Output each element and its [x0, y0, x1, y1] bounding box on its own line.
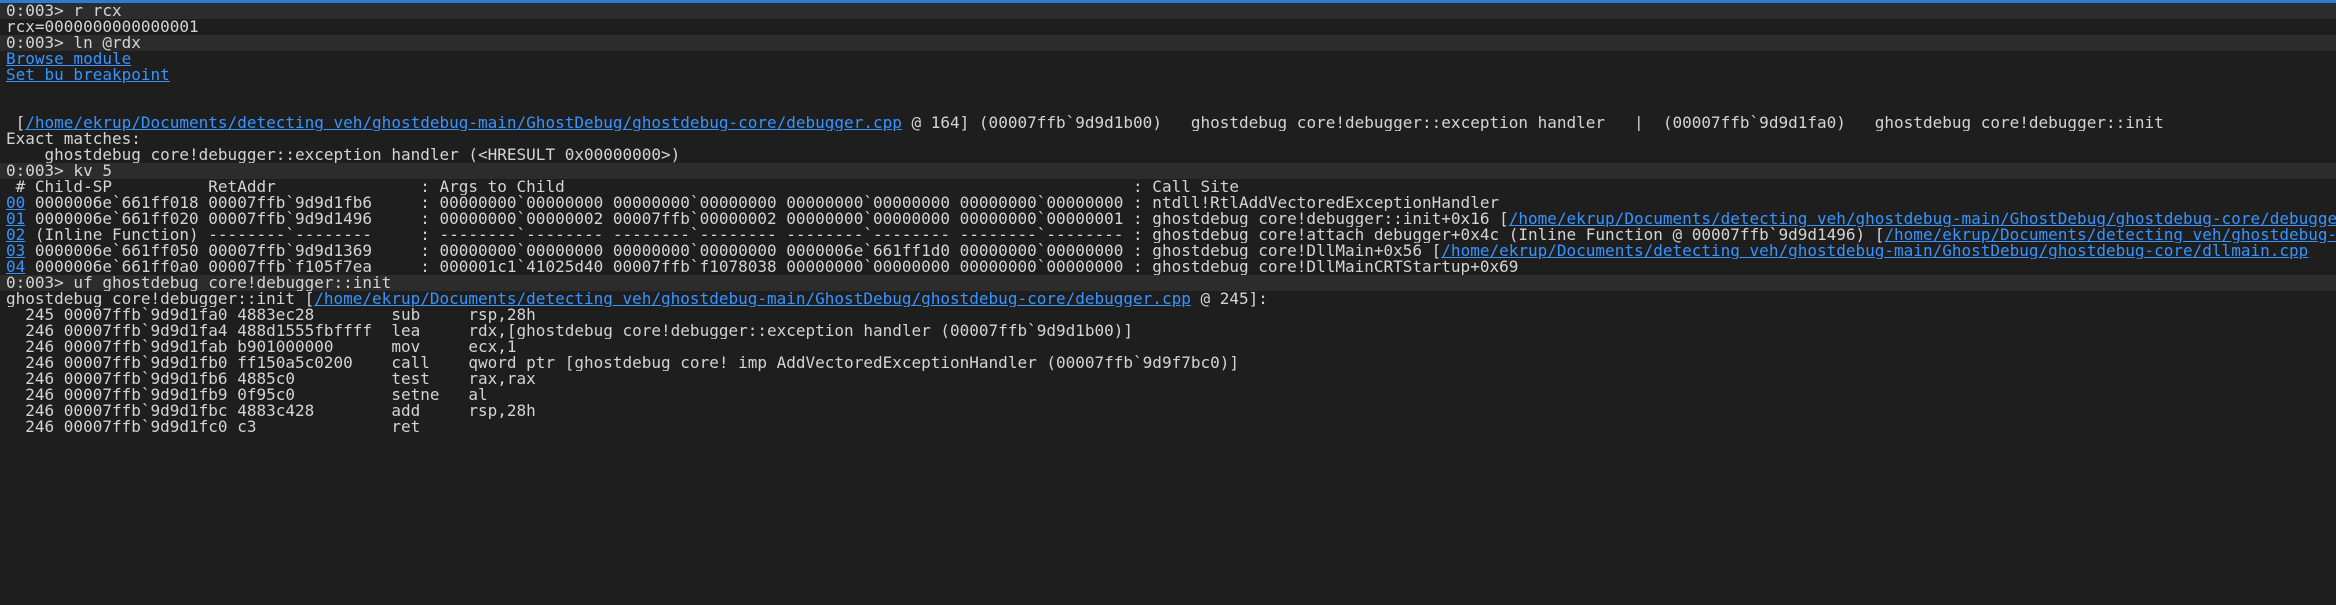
- source-file-link[interactable]: /home/ekrup/Documents/detecting_veh/ghos…: [314, 291, 1191, 307]
- source-file-link[interactable]: /home/ekrup/Documents/detecting_veh/ghos…: [1441, 243, 2308, 259]
- disassembly-line: 246 00007ffb`9d9d1fb6 4885c0 test rax,ra…: [6, 371, 536, 387]
- text: @ 245]:: [1190, 291, 1268, 307]
- source-file-link[interactable]: /home/ekrup/Documents/detecting_veh/ghos…: [1509, 211, 2336, 227]
- browse-module-link[interactable]: Browse module: [6, 51, 131, 67]
- output-line: Set bu breakpoint: [0, 67, 2336, 83]
- stack-frame-row: 04 0000006e`661ff0a0 00007ffb`f105f7ea :…: [0, 259, 2336, 275]
- debugger-output: 0:003> r rcx rcx=0000000000000001 0:003>…: [0, 3, 2336, 435]
- frame-text: (Inline Function) --------`-------- : --…: [25, 227, 1885, 243]
- frame-number-link[interactable]: 02: [6, 227, 25, 243]
- disassembly-line: 246 00007ffb`9d9d1fa4 488d1555fbffff lea…: [6, 323, 1134, 339]
- disassembly-line: 246 00007ffb`9d9d1fc0 c3 ret: [6, 419, 421, 435]
- frame-text: 0000006e`661ff0a0 00007ffb`f105f7ea : 00…: [25, 259, 1519, 275]
- command-line: 0:003> uf ghostdebug_core!debugger::init: [0, 275, 2336, 291]
- frame-number-link[interactable]: 00: [6, 195, 25, 211]
- disassembly-line: 246 00007ffb`9d9d1fb0 ff150a5c0200 call …: [6, 355, 1239, 371]
- output-line: rcx=0000000000000001: [6, 19, 199, 35]
- frame-number-link[interactable]: 03: [6, 243, 25, 259]
- text: @ 164] (00007ffb`9d9d1b00) ghostdebug_co…: [901, 115, 2164, 131]
- source-file-link[interactable]: /home/ekrup/Documents/detecting_veh/ghos…: [25, 115, 902, 131]
- stack-frame-row: 03 0000006e`661ff050 00007ffb`9d9d1369 :…: [0, 243, 2336, 259]
- output-line: [/home/ekrup/Documents/detecting_veh/gho…: [0, 115, 2336, 131]
- command-line: 0:003> ln @rdx: [0, 35, 2336, 51]
- frame-text: 0000006e`661ff018 00007ffb`9d9d1fb6 : 00…: [25, 195, 1500, 211]
- output-line: Exact matches:: [6, 131, 141, 147]
- output-line: ghostdebug_core!debugger::init [/home/ek…: [0, 291, 2336, 307]
- disassembly-line: 245 00007ffb`9d9d1fa0 4883ec28 sub rsp,2…: [6, 307, 536, 323]
- source-file-link[interactable]: /home/ekrup/Documents/detecting_veh/ghos…: [1884, 227, 2336, 243]
- set-bu-breakpoint-link[interactable]: Set bu breakpoint: [6, 67, 170, 83]
- frame-number-link[interactable]: 01: [6, 211, 25, 227]
- frame-text: 0000006e`661ff050 00007ffb`9d9d1369 : 00…: [25, 243, 1442, 259]
- text: ghostdebug_core!debugger::init [: [6, 291, 315, 307]
- stack-header: # Child-SP RetAddr : Args to Child : Cal…: [6, 179, 1239, 195]
- stack-frame-row: 01 0000006e`661ff020 00007ffb`9d9d1496 :…: [0, 211, 2336, 227]
- disassembly-line: 246 00007ffb`9d9d1fbc 4883c428 add rsp,2…: [6, 403, 536, 419]
- output-line: Browse module: [0, 51, 2336, 67]
- disassembly-line: 246 00007ffb`9d9d1fab b901000000 mov ecx…: [6, 339, 517, 355]
- frame-text: 0000006e`661ff020 00007ffb`9d9d1496 : 00…: [25, 211, 1509, 227]
- text: [: [6, 115, 26, 131]
- stack-frame-row: 02 (Inline Function) --------`-------- :…: [0, 227, 2336, 243]
- output-line: ghostdebug_core!debugger::exception_hand…: [6, 147, 681, 163]
- command-line: 0:003> kv 5: [0, 163, 2336, 179]
- frame-number-link[interactable]: 04: [6, 259, 25, 275]
- command-line: 0:003> r rcx: [0, 3, 2336, 19]
- stack-frame-row: 00 0000006e`661ff018 00007ffb`9d9d1fb6 :…: [0, 195, 2336, 211]
- disassembly-line: 246 00007ffb`9d9d1fb9 0f95c0 setne al: [6, 387, 488, 403]
